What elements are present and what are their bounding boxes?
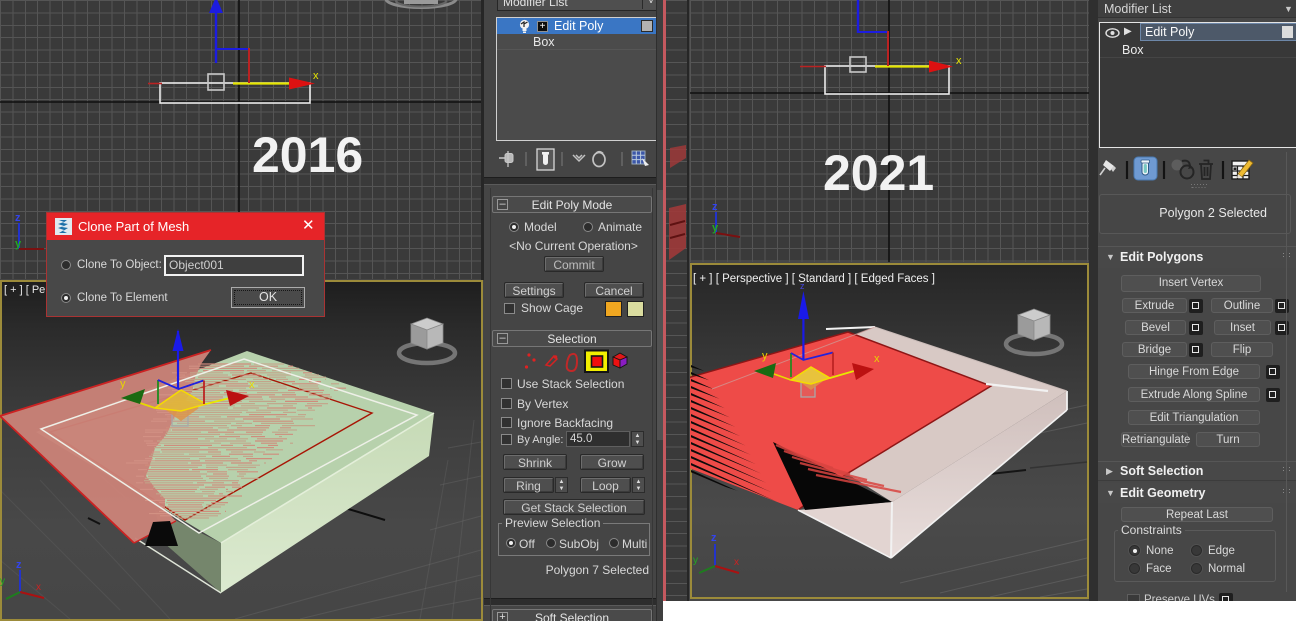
svg-text:x: x	[313, 70, 319, 82]
svg-text:y: y	[762, 350, 768, 362]
svg-text:y: y	[693, 555, 698, 566]
svg-text:x: x	[36, 582, 41, 593]
svg-text:y: y	[120, 378, 126, 390]
svg-text:z: z	[16, 559, 22, 571]
svg-text:y: y	[712, 222, 719, 234]
svg-text:y: y	[0, 576, 5, 587]
svg-text:z: z	[15, 212, 21, 224]
svg-text:x: x	[734, 557, 739, 568]
svg-text:x: x	[249, 379, 255, 391]
svg-text:x: x	[956, 55, 962, 67]
svg-text:z: z	[712, 201, 718, 213]
svg-text:x: x	[874, 353, 880, 365]
svg-text:z: z	[711, 532, 717, 544]
